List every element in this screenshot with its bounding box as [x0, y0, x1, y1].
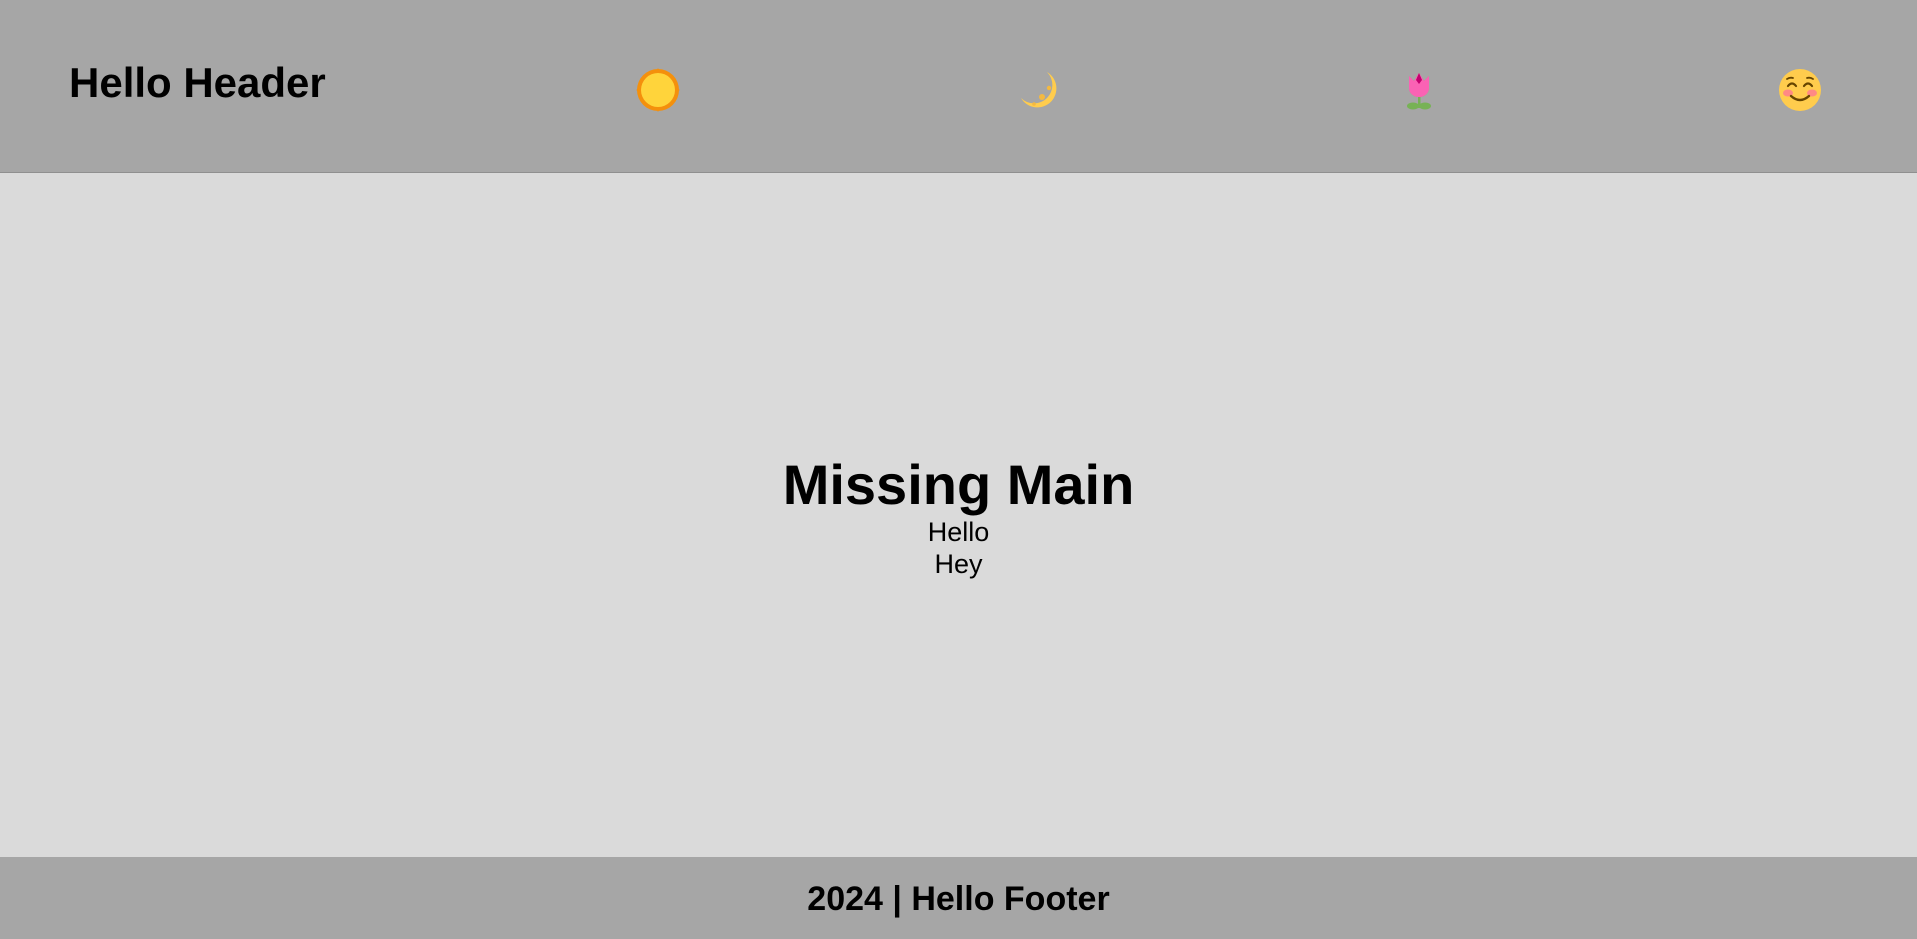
main-content: Missing Main Hello Hey [0, 173, 1917, 857]
page: Hello Header Missing Main Hello Hey 2024… [0, 0, 1917, 939]
footer-text: 2024 | Hello Footer [807, 879, 1110, 918]
main-line-hello: Hello [927, 516, 990, 547]
smiling-face-icon [1778, 68, 1822, 112]
header-title: Hello Header [69, 59, 326, 106]
header: Hello Header [0, 0, 1917, 173]
footer: 2024 | Hello Footer [0, 857, 1917, 939]
tulip-icon [1397, 68, 1441, 112]
sun-icon [636, 68, 680, 112]
main-line-hey: Hey [934, 548, 983, 579]
main-title: Missing Main [782, 453, 1135, 517]
crescent-moon-icon [1017, 68, 1061, 112]
